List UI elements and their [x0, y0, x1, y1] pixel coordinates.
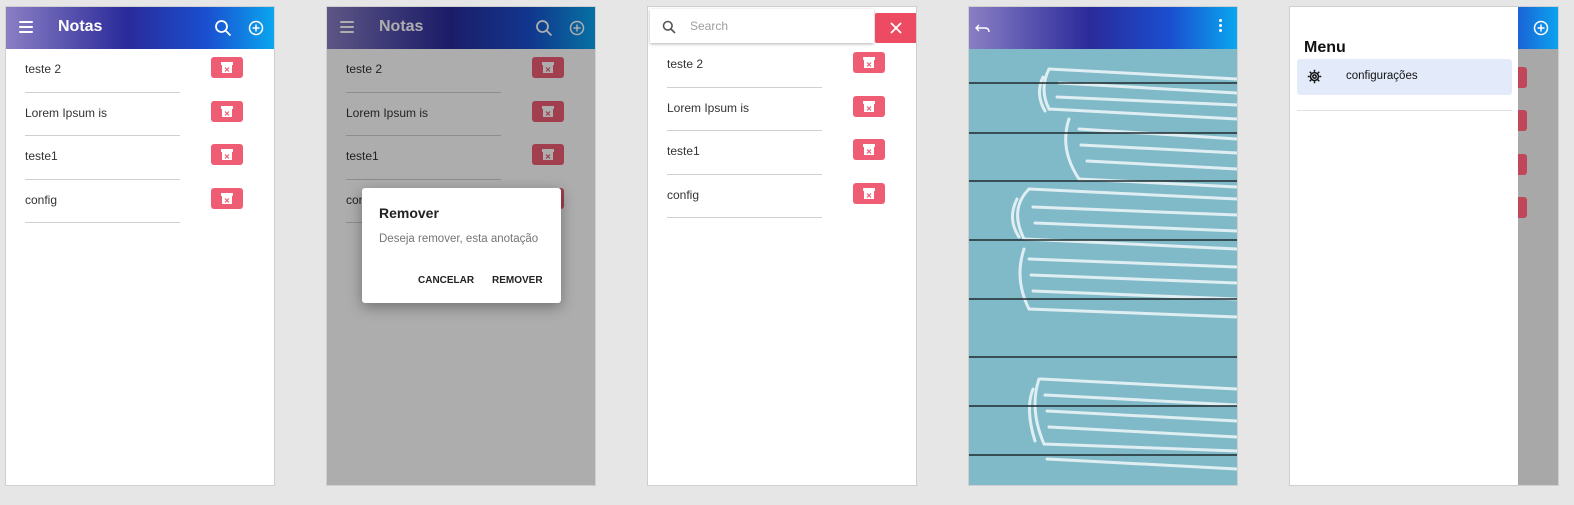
screen-search: teste 2 Lorem Ipsum is teste1 config — [647, 6, 917, 486]
note-title: Lorem Ipsum is — [667, 100, 750, 115]
search-icon[interactable] — [214, 19, 232, 37]
archive-delete-icon — [221, 62, 233, 73]
delete-note-button[interactable] — [211, 187, 243, 209]
divider — [25, 222, 180, 223]
note-title: teste 2 — [667, 57, 704, 71]
notes-list: teste 2 Lorem Ipsum is teste1 config — [6, 49, 274, 223]
note-title: teste1 — [25, 149, 58, 163]
delete-note-button[interactable] — [211, 57, 243, 78]
archive-delete-icon — [863, 100, 875, 112]
archive-delete-icon — [863, 57, 875, 68]
search-icon — [662, 20, 676, 34]
app-toolbar: Notas — [6, 7, 274, 49]
archive-delete-icon — [863, 187, 875, 199]
delete-note-button[interactable] — [853, 139, 885, 160]
app-toolbar — [1518, 7, 1558, 49]
remove-dialog: Remover Deseja remover, esta anotação CA… — [362, 188, 561, 303]
search-bar — [650, 9, 874, 43]
delete-note-button[interactable] — [853, 182, 885, 204]
gear-icon — [1307, 69, 1322, 84]
close-icon — [890, 22, 902, 34]
delete-note-button[interactable] — [211, 100, 243, 122]
archive-delete-icon — [221, 192, 233, 204]
navigation-drawer: Menu configurações — [1290, 7, 1518, 485]
list-item[interactable]: Lorem Ipsum is — [6, 93, 274, 136]
menu-icon[interactable] — [19, 21, 33, 33]
back-arrow-icon[interactable] — [975, 21, 991, 35]
delete-note-button[interactable] — [853, 52, 885, 73]
dialog-message: Deseja remover, esta anotação — [379, 233, 539, 245]
list-item[interactable]: config — [6, 180, 274, 223]
screen-notes-list: Notas teste 2 Lorem Ipsum is teste1 conf… — [5, 6, 275, 486]
search-input[interactable] — [690, 17, 865, 35]
remove-button[interactable]: REMOVER — [492, 275, 543, 286]
notebook-illustration — [969, 67, 1237, 471]
drawer-title: Menu — [1304, 39, 1346, 56]
dialog-title: Remover — [379, 205, 439, 221]
archive-delete-icon — [221, 105, 233, 117]
cancel-button[interactable]: CANCELAR — [418, 275, 474, 286]
drawer-item-configuracoes[interactable]: configurações — [1297, 59, 1512, 95]
delete-note-button — [1518, 67, 1527, 88]
add-circle-icon[interactable] — [248, 20, 264, 36]
more-vert-icon[interactable] — [1219, 19, 1223, 37]
note-title: config — [25, 192, 58, 207]
add-circle-icon — [1533, 20, 1549, 36]
list-item[interactable]: config — [648, 175, 916, 218]
list-item[interactable]: teste1 — [648, 131, 916, 175]
delete-note-button — [1518, 197, 1527, 218]
note-title: teste 2 — [25, 62, 62, 76]
delete-note-button — [1518, 154, 1527, 175]
list-item[interactable]: teste1 — [6, 136, 274, 180]
editor-toolbar — [969, 7, 1237, 49]
screen-drawer-menu: Menu configurações — [1289, 6, 1559, 486]
note-title: teste1 — [667, 144, 700, 158]
archive-delete-icon — [863, 144, 875, 155]
list-item[interactable]: teste 2 — [6, 49, 274, 93]
screen-note-editor — [968, 6, 1238, 486]
delete-note-button[interactable] — [853, 95, 885, 117]
screen-remove-dialog: Notas teste 2 Lorem Ipsum is teste1 Remo… — [326, 6, 596, 486]
list-item[interactable]: Lorem Ipsum is — [648, 88, 916, 131]
delete-note-button[interactable] — [211, 144, 243, 165]
delete-note-button — [1518, 110, 1527, 131]
list-item[interactable]: teste 2 — [648, 44, 916, 88]
app-title: Notas — [58, 18, 103, 35]
archive-delete-icon — [221, 149, 233, 160]
notes-list: teste 2 Lorem Ipsum is teste1 config — [648, 44, 916, 218]
close-search-button[interactable] — [875, 13, 916, 43]
note-title: config — [667, 187, 700, 202]
drawer-item-label: configurações — [1346, 70, 1418, 82]
note-title: Lorem Ipsum is — [25, 105, 108, 120]
divider — [667, 217, 822, 218]
divider — [1297, 110, 1512, 111]
scrim[interactable] — [1518, 7, 1558, 485]
note-paper[interactable] — [969, 49, 1237, 485]
